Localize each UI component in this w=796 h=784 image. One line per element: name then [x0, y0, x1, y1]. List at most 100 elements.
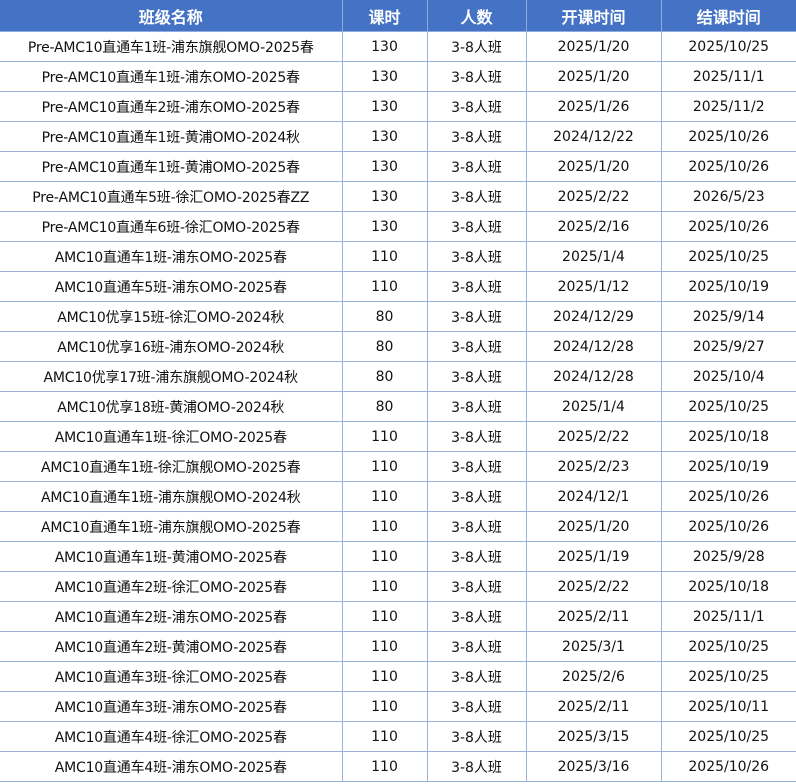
cell-start-date: 2024/12/28	[526, 361, 662, 392]
cell-end-date: 2025/10/18	[661, 571, 796, 602]
cell-start-date: 2025/2/22	[526, 421, 662, 452]
cell-size: 3-8人班	[427, 541, 527, 572]
cell-hours: 110	[342, 481, 428, 512]
cell-size: 3-8人班	[427, 241, 527, 272]
cell-class-name: Pre-AMC10直通车1班-浦东旗舰OMO-2025春	[0, 31, 343, 62]
cell-start-date: 2025/2/16	[526, 211, 662, 242]
cell-hours: 80	[342, 391, 428, 422]
table-header: 班级名称 课时 人数 开课时间 结课时间	[0, 0, 796, 32]
cell-size: 3-8人班	[427, 481, 527, 512]
cell-hours: 130	[342, 211, 428, 242]
header-end-date: 结课时间	[661, 0, 796, 32]
cell-size: 3-8人班	[427, 751, 527, 782]
cell-class-name: AMC10直通车1班-徐汇OMO-2025春	[0, 421, 343, 452]
table-row: AMC10直通车4班-浦东OMO-2025春 110 3-8人班 2025/3/16 2…	[0, 751, 796, 782]
header-row: 班级名称 课时 人数 开课时间 结课时间	[0, 0, 796, 32]
cell-size: 3-8人班	[427, 511, 527, 542]
cell-size: 3-8人班	[427, 91, 527, 122]
table-row: AMC10直通车2班-浦东OMO-2025春 110 3-8人班 2025/2/11 2…	[0, 601, 796, 632]
class-schedule-table: 班级名称 课时 人数 开课时间 结课时间 Pre-AMC10直通车1班-浦东旗舰OMO-…	[0, 0, 796, 782]
cell-class-name: AMC10直通车4班-浦东OMO-2025春	[0, 751, 343, 782]
cell-end-date: 2025/10/25	[661, 721, 796, 752]
cell-class-name: AMC10直通车2班-徐汇OMO-2025春	[0, 571, 343, 602]
cell-hours: 130	[342, 91, 428, 122]
cell-end-date: 2025/10/26	[661, 511, 796, 542]
cell-class-name: AMC10优享17班-浦东旗舰OMO-2024秋	[0, 361, 343, 392]
cell-start-date: 2024/12/22	[526, 121, 662, 152]
header-start-date: 开课时间	[526, 0, 662, 32]
cell-class-name: AMC10直通车3班-浦东OMO-2025春	[0, 691, 343, 722]
cell-hours: 130	[342, 181, 428, 212]
table-row: AMC10直通车2班-徐汇OMO-2025春 110 3-8人班 2025/2/22 2…	[0, 571, 796, 602]
cell-class-name: AMC10直通车1班-浦东旗舰OMO-2024秋	[0, 481, 343, 512]
table-row: AMC10直通车3班-徐汇OMO-2025春 110 3-8人班 2025/2/6 20…	[0, 661, 796, 692]
table-row: AMC10优享17班-浦东旗舰OMO-2024秋 80 3-8人班 2024/12/2…	[0, 361, 796, 392]
cell-hours: 110	[342, 691, 428, 722]
cell-class-name: AMC10直通车5班-浦东OMO-2025春	[0, 271, 343, 302]
table-row: AMC10直通车1班-徐汇OMO-2025春 110 3-8人班 2025/2/22 2…	[0, 421, 796, 452]
cell-class-name: AMC10直通车1班-浦东旗舰OMO-2025春	[0, 511, 343, 542]
cell-size: 3-8人班	[427, 301, 527, 332]
cell-start-date: 2025/1/20	[526, 31, 662, 62]
table-body: Pre-AMC10直通车1班-浦东旗舰OMO-2025春 130 3-8人班 2025…	[0, 31, 796, 782]
cell-class-name: AMC10直通车3班-徐汇OMO-2025春	[0, 661, 343, 692]
cell-start-date: 2024/12/1	[526, 481, 662, 512]
cell-start-date: 2025/3/15	[526, 721, 662, 752]
cell-class-name: Pre-AMC10直通车2班-浦东OMO-2025春	[0, 91, 343, 122]
cell-start-date: 2025/1/19	[526, 541, 662, 572]
cell-end-date: 2025/10/25	[661, 661, 796, 692]
table-row: Pre-AMC10直通车1班-黄浦OMO-2024秋 130 3-8人班 2024/1…	[0, 121, 796, 152]
table-row: AMC10直通车1班-浦东旗舰OMO-2025春 110 3-8人班 2025/1/2…	[0, 511, 796, 542]
header-hours: 课时	[342, 0, 428, 32]
cell-start-date: 2025/1/4	[526, 391, 662, 422]
cell-end-date: 2025/10/25	[661, 391, 796, 422]
cell-end-date: 2025/10/25	[661, 631, 796, 662]
cell-size: 3-8人班	[427, 121, 527, 152]
cell-end-date: 2025/10/4	[661, 361, 796, 392]
cell-hours: 130	[342, 121, 428, 152]
header-class-name: 班级名称	[0, 0, 343, 32]
cell-start-date: 2025/1/26	[526, 91, 662, 122]
table-row: AMC10直通车1班-黄浦OMO-2025春 110 3-8人班 2025/1/19 2…	[0, 541, 796, 572]
cell-end-date: 2025/10/25	[661, 31, 796, 62]
cell-end-date: 2025/10/26	[661, 751, 796, 782]
cell-start-date: 2025/2/22	[526, 571, 662, 602]
cell-size: 3-8人班	[427, 421, 527, 452]
cell-start-date: 2025/1/4	[526, 241, 662, 272]
table-row: Pre-AMC10直通车1班-黄浦OMO-2025春 130 3-8人班 2025/1…	[0, 151, 796, 182]
cell-start-date: 2024/12/29	[526, 301, 662, 332]
cell-hours: 130	[342, 31, 428, 62]
cell-class-name: AMC10直通车2班-黄浦OMO-2025春	[0, 631, 343, 662]
cell-size: 3-8人班	[427, 331, 527, 362]
cell-start-date: 2025/1/12	[526, 271, 662, 302]
cell-hours: 110	[342, 271, 428, 302]
cell-class-name: Pre-AMC10直通车1班-浦东OMO-2025春	[0, 61, 343, 92]
cell-size: 3-8人班	[427, 271, 527, 302]
cell-start-date: 2025/3/16	[526, 751, 662, 782]
cell-hours: 110	[342, 511, 428, 542]
cell-end-date: 2025/11/1	[661, 61, 796, 92]
table-row: AMC10直通车1班-徐汇旗舰OMO-2025春 110 3-8人班 2025/2/2…	[0, 451, 796, 482]
table-row: Pre-AMC10直通车1班-浦东旗舰OMO-2025春 130 3-8人班 2025…	[0, 31, 796, 62]
cell-hours: 110	[342, 241, 428, 272]
cell-hours: 110	[342, 541, 428, 572]
cell-end-date: 2025/10/19	[661, 451, 796, 482]
cell-size: 3-8人班	[427, 391, 527, 422]
cell-class-name: AMC10优享18班-黄浦OMO-2024秋	[0, 391, 343, 422]
cell-start-date: 2025/1/20	[526, 511, 662, 542]
cell-hours: 110	[342, 421, 428, 452]
cell-start-date: 2024/12/28	[526, 331, 662, 362]
cell-hours: 80	[342, 361, 428, 392]
cell-end-date: 2025/10/19	[661, 271, 796, 302]
cell-end-date: 2025/10/11	[661, 691, 796, 722]
cell-start-date: 2025/3/1	[526, 631, 662, 662]
cell-hours: 110	[342, 631, 428, 662]
cell-class-name: AMC10优享16班-浦东OMO-2024秋	[0, 331, 343, 362]
cell-end-date: 2025/10/25	[661, 241, 796, 272]
cell-end-date: 2026/5/23	[661, 181, 796, 212]
cell-end-date: 2025/10/26	[661, 121, 796, 152]
cell-size: 3-8人班	[427, 61, 527, 92]
table-row: AMC10直通车3班-浦东OMO-2025春 110 3-8人班 2025/2/11 2…	[0, 691, 796, 722]
cell-end-date: 2025/11/2	[661, 91, 796, 122]
header-size: 人数	[427, 0, 527, 32]
